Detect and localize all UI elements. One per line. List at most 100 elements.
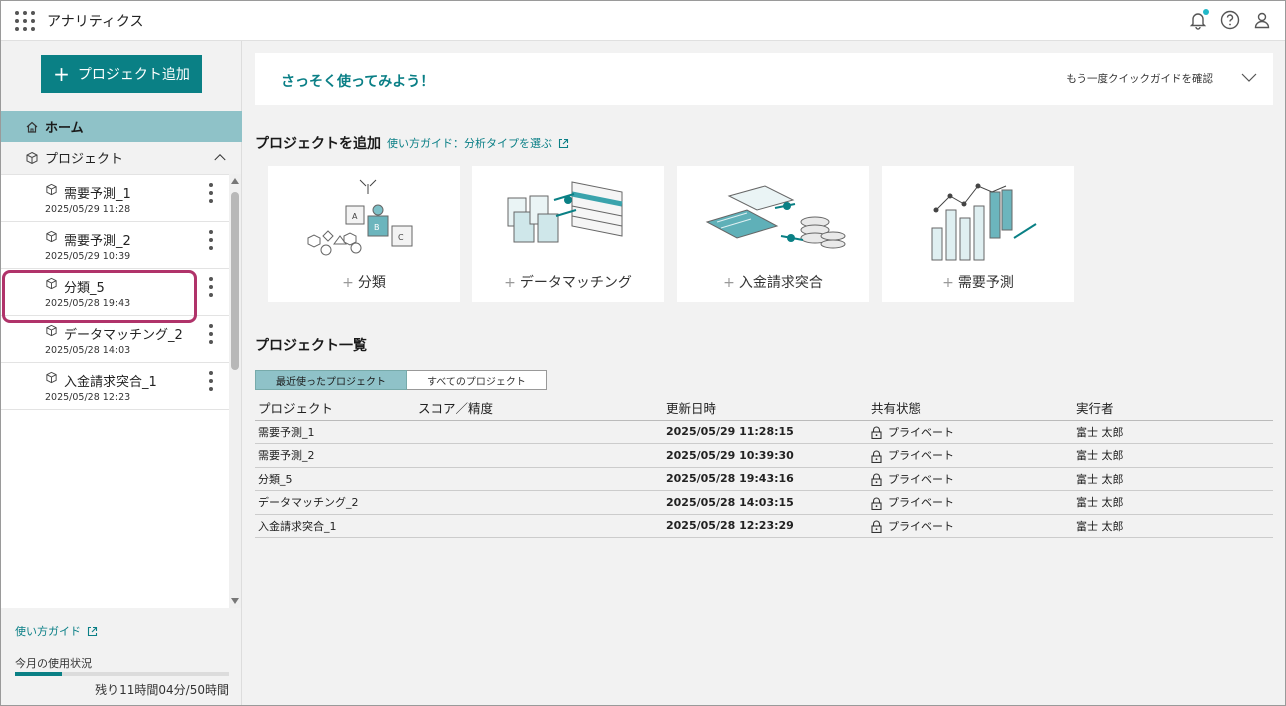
- more-options-icon[interactable]: [209, 230, 213, 250]
- cell-score: [415, 443, 663, 468]
- card-data-matching[interactable]: + データマッチング: [472, 166, 664, 302]
- lock-icon: [871, 426, 882, 440]
- share-status: プライベート: [888, 449, 954, 463]
- list-item[interactable]: 入金請求突合_1 2025/05/28 12:23: [1, 363, 229, 410]
- plus-icon: +: [53, 62, 70, 86]
- bell-icon[interactable]: [1187, 9, 1209, 31]
- lock-icon: [871, 520, 882, 534]
- cell-share: プライベート: [868, 420, 1073, 444]
- help-icon[interactable]: [1219, 9, 1241, 31]
- cell-updated: 2025/05/28 14:03:15: [663, 490, 868, 515]
- add-project-button[interactable]: + プロジェクト追加: [41, 55, 202, 93]
- scroll-up-arrow-icon[interactable]: [231, 178, 239, 184]
- project-date: 2025/05/29 11:28: [45, 204, 131, 215]
- quickstart-recheck-link[interactable]: もう一度クイックガイドを確認: [1066, 71, 1213, 86]
- plus-icon: +: [504, 275, 516, 291]
- card-label: 需要予測: [957, 275, 1014, 291]
- column-header[interactable]: 更新日時: [663, 396, 868, 421]
- sidebar-item-label: ホーム: [45, 121, 84, 136]
- cell-project[interactable]: 入金請求突合_1: [255, 514, 415, 538]
- svg-text:B: B: [374, 223, 380, 232]
- cell-project[interactable]: データマッチング_2: [255, 490, 415, 515]
- column-header[interactable]: スコア／精度: [415, 396, 663, 421]
- list-item[interactable]: 分類_5 2025/05/28 19:43: [1, 269, 229, 316]
- scroll-down-arrow-icon[interactable]: [231, 598, 239, 604]
- card-payment-reconciliation[interactable]: + 入金請求突合: [677, 166, 869, 302]
- add-project-section-title: プロジェクトを追加: [255, 136, 381, 152]
- project-name: 入金請求突合_1: [64, 375, 157, 390]
- cell-score: [415, 420, 663, 444]
- guide-link-label: 使い方ガイド：分析タイプを選ぶ: [387, 137, 552, 150]
- table-row[interactable]: データマッチング_2 2025/05/28 14:03:15 プライベート 富士 太郎: [255, 490, 1273, 515]
- card-demand-forecast[interactable]: + 需要予測: [882, 166, 1074, 302]
- user-icon[interactable]: [1251, 9, 1273, 31]
- app-window: アナリティクス + プロジェクト追加 ホーム プロジェクト 需要予測_1 202…: [0, 0, 1286, 706]
- usage-guide-link[interactable]: 使い方ガイド: [15, 623, 98, 639]
- cell-share: プライベート: [868, 490, 1073, 515]
- usage-progress-fill: [15, 672, 63, 676]
- cell-owner: 富士 太郎: [1073, 490, 1273, 515]
- project-name: 需要予測_1: [64, 187, 131, 202]
- cell-updated: 2025/05/28 12:23:29: [663, 514, 868, 538]
- list-item[interactable]: データマッチング_2 2025/05/28 14:03: [1, 316, 229, 363]
- cube-icon: [26, 151, 38, 164]
- quickstart-title: さっそく使ってみよう！: [281, 74, 435, 90]
- plus-icon: +: [342, 275, 354, 291]
- apps-grid-icon[interactable]: [15, 11, 35, 31]
- card-classification[interactable]: A B C + 分類: [268, 166, 460, 302]
- lock-icon: [871, 450, 882, 463]
- home-icon: [26, 121, 38, 133]
- cell-share: プライベート: [868, 514, 1073, 538]
- sidebar-scrollbar[interactable]: [229, 174, 241, 608]
- top-bar: アナリティクス: [1, 1, 1285, 41]
- notification-dot: [1203, 9, 1209, 15]
- list-item[interactable]: 需要予測_1 2025/05/29 11:28: [1, 175, 229, 222]
- tab-all-projects[interactable]: すべてのプロジェクト: [407, 370, 547, 390]
- sidebar-item-projects[interactable]: プロジェクト: [1, 142, 242, 173]
- column-header[interactable]: 共有状態: [868, 396, 1073, 421]
- guide-link-label: 使い方ガイド: [15, 625, 81, 638]
- demand-forecast-illustration: [931, 183, 1037, 261]
- cube-icon: [46, 324, 57, 337]
- table-row[interactable]: 分類_5 2025/05/28 19:43:16 プライベート 富士 太郎: [255, 467, 1273, 491]
- cell-owner: 富士 太郎: [1073, 420, 1273, 444]
- cell-owner: 富士 太郎: [1073, 443, 1273, 468]
- more-options-icon[interactable]: [209, 277, 213, 297]
- column-header[interactable]: 実行者: [1073, 396, 1273, 421]
- project-name: データマッチング_2: [64, 328, 183, 343]
- data-matching-illustration: [507, 181, 623, 243]
- svg-text:A: A: [352, 212, 358, 221]
- cell-project[interactable]: 分類_5: [255, 467, 415, 491]
- cell-project[interactable]: 需要予測_2: [255, 443, 415, 468]
- table-row[interactable]: 需要予測_1 2025/05/29 11:28:15 プライベート 富士 太郎: [255, 420, 1273, 444]
- payment-reconciliation-illustration: [705, 185, 846, 249]
- tab-recent-projects[interactable]: 最近使ったプロジェクト: [255, 370, 407, 390]
- sidebar-item-home[interactable]: ホーム: [1, 111, 242, 142]
- classification-illustration: A B C: [307, 179, 413, 256]
- cell-project[interactable]: 需要予測_1: [255, 420, 415, 444]
- analysis-type-guide-link[interactable]: 使い方ガイド：分析タイプを選ぶ: [387, 135, 569, 151]
- svg-text:C: C: [398, 233, 404, 242]
- table-row[interactable]: 入金請求突合_1 2025/05/28 12:23:29 プライベート 富士 太郎: [255, 514, 1273, 538]
- share-status: プライベート: [888, 425, 954, 439]
- more-options-icon[interactable]: [209, 324, 213, 344]
- cell-updated: 2025/05/29 10:39:30: [663, 443, 868, 468]
- cell-updated: 2025/05/28 19:43:16: [663, 467, 868, 491]
- chevron-up-icon[interactable]: [214, 151, 226, 163]
- chevron-down-icon[interactable]: [1241, 71, 1257, 83]
- cell-share: プライベート: [868, 443, 1073, 468]
- more-options-icon[interactable]: [209, 371, 213, 391]
- cell-score: [415, 467, 663, 491]
- add-project-label: プロジェクト追加: [77, 67, 190, 83]
- cell-score: [415, 490, 663, 515]
- quickstart-banner[interactable]: さっそく使ってみよう！ もう一度クイックガイドを確認: [255, 53, 1273, 105]
- table-row[interactable]: 需要予測_2 2025/05/29 10:39:30 プライベート 富士 太郎: [255, 443, 1273, 468]
- usage-progress-bar: [15, 672, 229, 676]
- project-date: 2025/05/28 14:03: [45, 345, 131, 356]
- scroll-thumb[interactable]: [231, 192, 239, 370]
- card-label: 入金請求突合: [738, 275, 823, 291]
- list-item[interactable]: 需要予測_2 2025/05/29 10:39: [1, 222, 229, 269]
- more-options-icon[interactable]: [209, 183, 213, 203]
- column-header[interactable]: プロジェクト: [255, 396, 415, 421]
- share-status: プライベート: [888, 496, 954, 510]
